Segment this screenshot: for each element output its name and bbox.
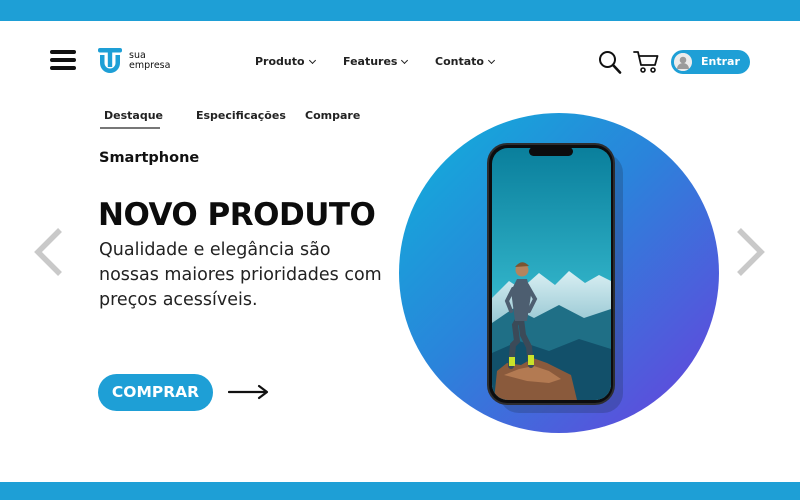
nav-item-features[interactable]: Features [343, 55, 409, 71]
brand-name: sua empresa [129, 51, 170, 71]
brand-logo-icon [98, 48, 122, 73]
top-accent-bar [0, 0, 800, 21]
phone-screen [492, 148, 611, 400]
hero-headline: NOVO PRODUTO [98, 197, 376, 233]
product-category: Smartphone [99, 150, 200, 166]
nav-item-label: Contato [435, 55, 484, 68]
bottom-accent-bar [0, 482, 800, 500]
chevron-right-icon[interactable] [733, 227, 767, 277]
arrow-right-icon[interactable] [228, 384, 270, 400]
hero-description: Qualidade e elegância são nossas maiores… [99, 240, 382, 310]
brand-name-line2: empresa [129, 60, 171, 71]
login-button[interactable]: Entrar [671, 50, 750, 74]
tab-destaque[interactable]: Destaque [104, 109, 163, 122]
user-avatar-icon [674, 53, 692, 71]
hero-product-image [399, 113, 719, 433]
nav-item-label: Features [343, 55, 398, 68]
hamburger-menu-icon[interactable] [50, 50, 76, 70]
search-icon[interactable] [598, 50, 622, 74]
login-button-label: Entrar [701, 55, 740, 68]
nav-item-contato[interactable]: Contato [435, 55, 496, 71]
nav-item-label: Produto [255, 55, 305, 68]
tab-compare[interactable]: Compare [305, 109, 360, 122]
active-tab-indicator [100, 127, 160, 129]
brand-logo[interactable]: sua empresa [98, 48, 188, 76]
buy-button[interactable]: COMPRAR [98, 374, 213, 411]
tab-especificacoes[interactable]: Especificações [196, 109, 286, 122]
phone-notch [529, 147, 573, 156]
nav-item-produto[interactable]: Produto [255, 55, 316, 71]
chevron-down-icon [487, 56, 496, 65]
chevron-left-icon[interactable] [32, 227, 66, 277]
cart-icon[interactable] [633, 49, 659, 75]
chevron-down-icon [308, 56, 316, 65]
chevron-down-icon [401, 56, 409, 65]
